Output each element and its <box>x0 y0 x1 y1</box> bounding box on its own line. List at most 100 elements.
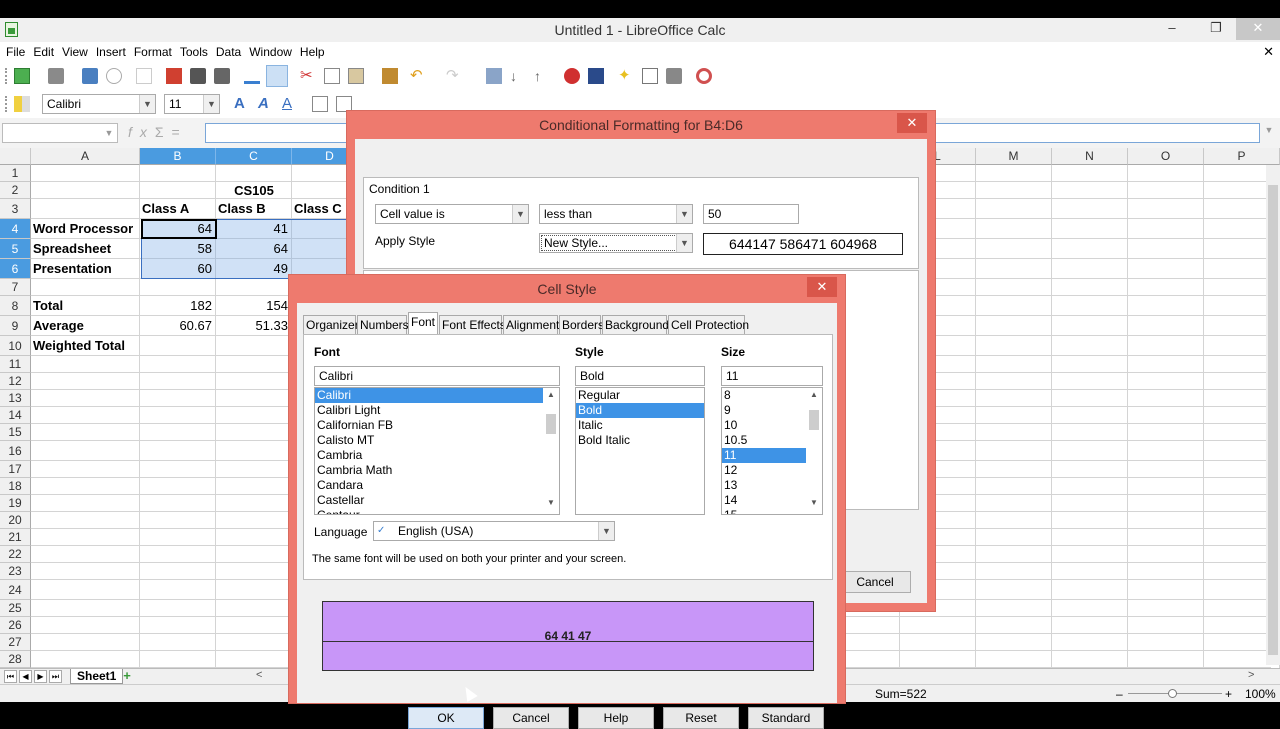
insert-chart-icon[interactable] <box>564 68 580 84</box>
function-wizard-icon[interactable]: fx <box>128 124 155 140</box>
prev-sheet-icon[interactable]: ◀ <box>19 670 32 683</box>
row-header-26[interactable]: 26 <box>0 617 31 634</box>
menu-view[interactable]: View <box>58 42 92 62</box>
language-select[interactable]: ✓ English (USA) ▼ <box>373 521 615 541</box>
row-header-5[interactable]: 5 <box>0 239 31 259</box>
row-header-15[interactable]: 15 <box>0 424 31 441</box>
scroll-down-icon[interactable]: ▼ <box>543 498 559 512</box>
list-item[interactable]: Bold Italic <box>576 433 704 448</box>
cell-a5[interactable]: Spreadsheet <box>33 241 111 256</box>
column-header-c[interactable]: C <box>216 148 292 165</box>
row-header-1[interactable]: 1 <box>0 165 31 182</box>
underline-icon[interactable]: A <box>282 96 298 112</box>
row-header-28[interactable]: 28 <box>0 651 31 668</box>
menu-insert[interactable]: Insert <box>92 42 130 62</box>
list-item[interactable]: Calibri Light <box>315 403 543 418</box>
zoom-slider-handle[interactable] <box>1168 689 1177 698</box>
row-header-18[interactable]: 18 <box>0 478 31 495</box>
scroll-thumb[interactable] <box>546 414 556 434</box>
row-header-11[interactable]: 11 <box>0 356 31 373</box>
font-size-list[interactable]: ▲ ▼ 8 9 10 10.5 11 12 13 14 15 <box>721 387 823 515</box>
undo-icon[interactable]: ↶ <box>410 68 426 84</box>
cell-c4[interactable]: 41 <box>216 221 288 236</box>
help-lifebuoy-icon[interactable] <box>696 68 712 84</box>
list-item[interactable]: 11 <box>722 448 806 463</box>
select-all-corner[interactable] <box>0 148 31 165</box>
list-item[interactable]: Cambria Math <box>315 463 543 478</box>
navigator-icon[interactable]: ✦ <box>618 68 634 84</box>
styles-icon[interactable] <box>14 96 30 112</box>
menu-edit[interactable]: Edit <box>29 42 58 62</box>
scroll-up-icon[interactable]: ▲ <box>806 390 822 404</box>
size-list-scrollbar[interactable]: ▲ ▼ <box>806 388 822 514</box>
pivot-table-icon[interactable] <box>588 68 604 84</box>
paste-icon[interactable] <box>348 68 364 84</box>
export-pdf-icon[interactable] <box>166 68 182 84</box>
list-item[interactable]: 15 <box>722 508 806 514</box>
cell-a6[interactable]: Presentation <box>33 261 112 276</box>
help-button[interactable]: Help <box>578 707 654 729</box>
row-header-4[interactable]: 4 <box>0 219 31 239</box>
edit-mode-icon[interactable] <box>136 68 152 84</box>
scroll-up-icon[interactable]: ▲ <box>543 390 559 404</box>
list-item[interactable]: Castellar <box>315 493 543 508</box>
condition-type-select[interactable]: Cell value is ▼ <box>375 204 529 224</box>
open-folder-icon[interactable] <box>48 68 64 84</box>
row-header-2[interactable]: 2 <box>0 182 31 199</box>
find-replace-icon[interactable] <box>486 68 502 84</box>
cell-b9[interactable]: 60.67 <box>140 318 212 333</box>
list-item[interactable]: Centaur <box>315 508 543 514</box>
tab-borders[interactable]: Borders <box>559 315 604 334</box>
column-header-n[interactable]: N <box>1052 148 1128 165</box>
condition-value-input[interactable]: 50 <box>703 204 799 224</box>
cell-b5[interactable]: 58 <box>140 241 212 256</box>
new-document-icon[interactable] <box>14 68 30 84</box>
list-item[interactable]: Calisto MT <box>315 433 543 448</box>
list-item[interactable]: 14 <box>722 493 806 508</box>
row-header-24[interactable]: 24 <box>0 580 31 600</box>
list-item[interactable]: Californian FB <box>315 418 543 433</box>
cell-b6[interactable]: 60 <box>140 261 212 276</box>
list-item[interactable]: 13 <box>722 478 806 493</box>
scroll-down-icon[interactable]: ▼ <box>806 498 822 512</box>
first-sheet-icon[interactable]: ⏮ <box>4 670 17 683</box>
ok-button[interactable]: OK <box>408 707 484 729</box>
font-style-input[interactable]: Bold <box>575 366 705 386</box>
list-item[interactable]: 10.5 <box>722 433 806 448</box>
chevron-down-icon[interactable]: ▼ <box>512 205 528 223</box>
scroll-thumb[interactable] <box>1268 185 1278 655</box>
font-list-scrollbar[interactable]: ▲ ▼ <box>543 388 559 514</box>
scroll-left-icon[interactable]: < <box>256 669 262 681</box>
cancel-button[interactable]: Cancel <box>493 707 569 729</box>
close-document-button[interactable]: ✕ <box>1263 42 1274 62</box>
reset-button[interactable]: Reset <box>663 707 739 729</box>
operator-select[interactable]: less than ▼ <box>539 204 693 224</box>
scroll-thumb[interactable] <box>809 410 819 430</box>
list-item[interactable]: Calibri <box>315 388 543 403</box>
add-sheet-icon[interactable]: + <box>118 669 136 683</box>
column-header-o[interactable]: O <box>1128 148 1204 165</box>
list-item[interactable]: 12 <box>722 463 806 478</box>
spellcheck-icon[interactable] <box>244 68 260 84</box>
cell-c8[interactable]: 154 <box>216 298 288 313</box>
row-header-25[interactable]: 25 <box>0 600 31 617</box>
cell-b4[interactable]: 64 <box>140 221 212 236</box>
menu-data[interactable]: Data <box>212 42 245 62</box>
email-icon[interactable] <box>106 68 122 84</box>
row-header-8[interactable]: 8 <box>0 296 31 316</box>
font-size-combo[interactable]: 11 ▼ <box>164 94 220 114</box>
standard-button[interactable]: Standard <box>748 707 824 729</box>
zoom-out-button[interactable]: – <box>1116 685 1123 703</box>
row-header-17[interactable]: 17 <box>0 461 31 478</box>
menu-tools[interactable]: Tools <box>176 42 212 62</box>
tab-cell-protection[interactable]: Cell Protection <box>668 315 749 334</box>
tab-organizer[interactable]: Organizer <box>303 315 359 334</box>
last-sheet-icon[interactable]: ⏭ <box>49 670 62 683</box>
cell-b3[interactable]: Class A <box>142 201 189 216</box>
chevron-down-icon[interactable]: ▼ <box>676 205 692 223</box>
column-header-m[interactable]: M <box>976 148 1052 165</box>
font-name-input[interactable]: Calibri <box>314 366 560 386</box>
row-header-16[interactable]: 16 <box>0 441 31 461</box>
zoom-in-button[interactable]: + <box>1225 685 1232 703</box>
chevron-down-icon[interactable]: ▼ <box>203 95 219 113</box>
